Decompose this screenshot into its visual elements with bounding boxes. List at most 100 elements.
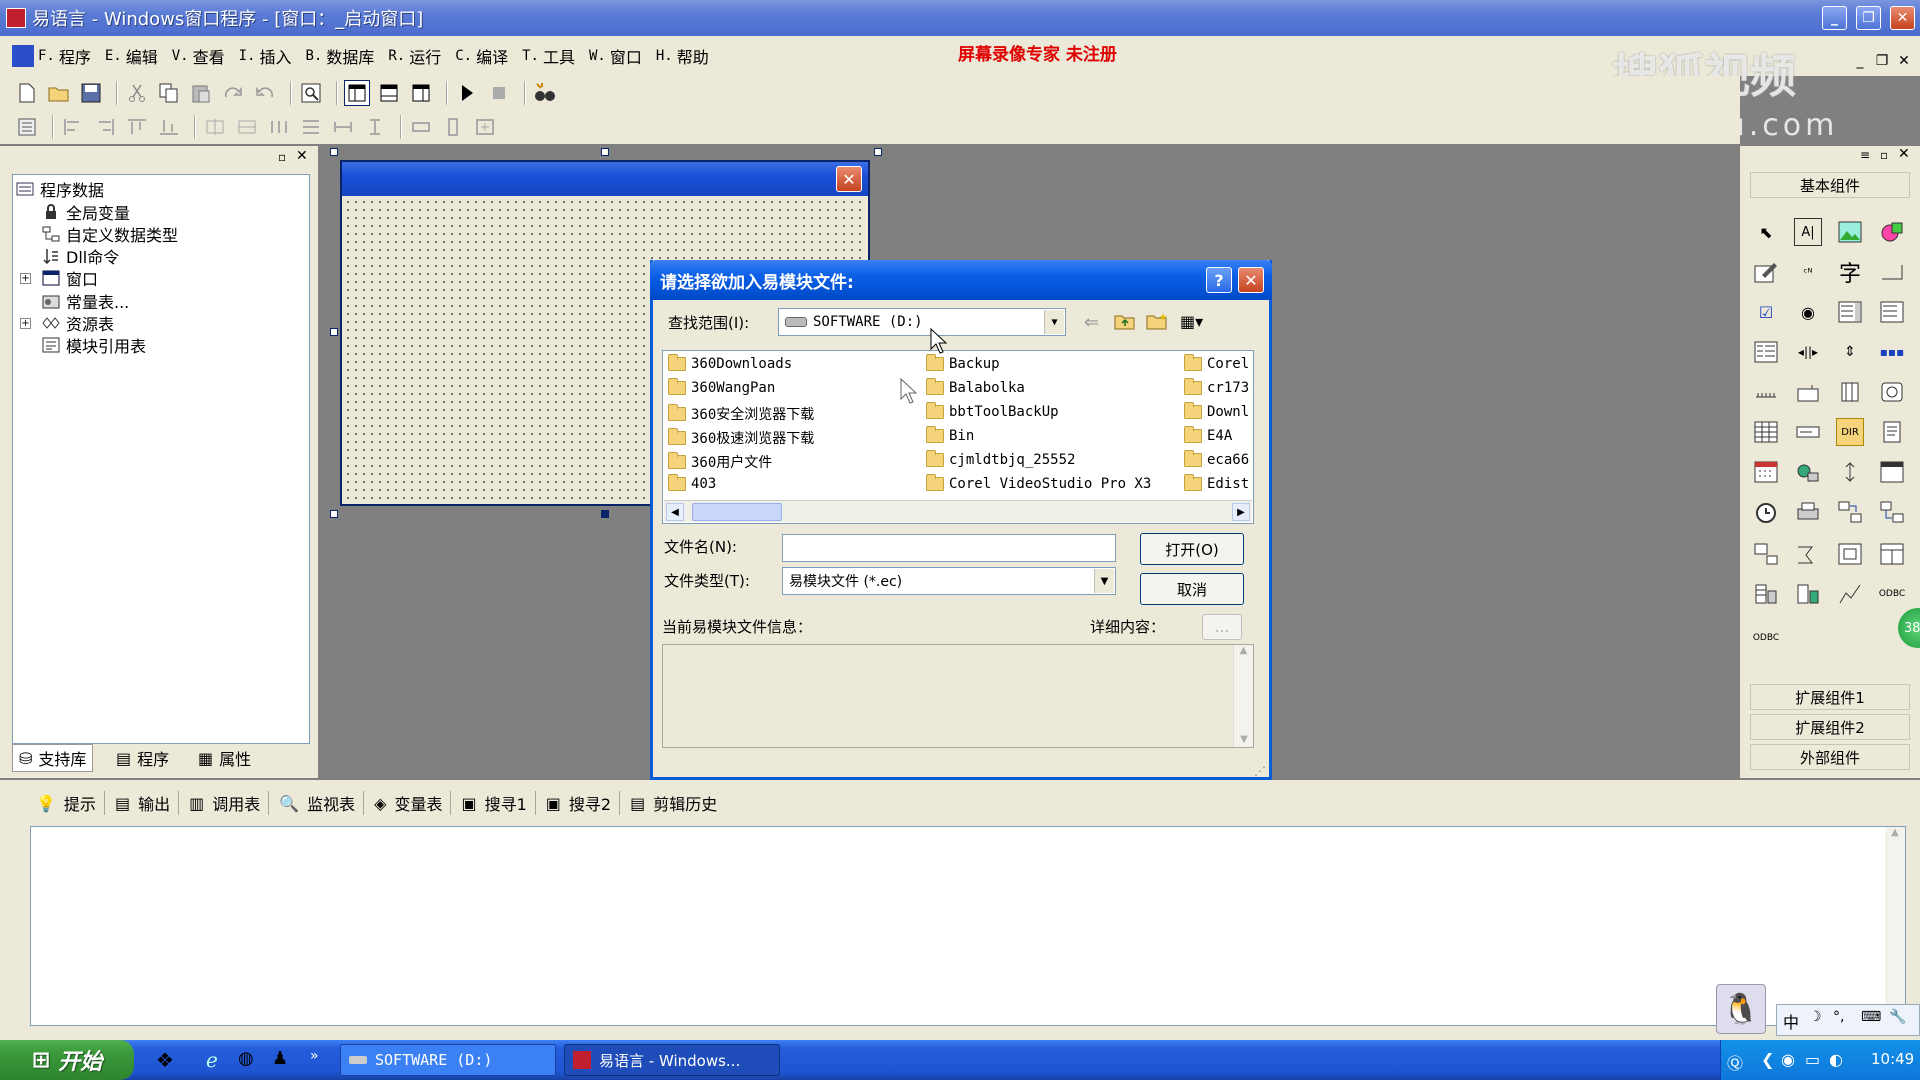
tray-volume-icon[interactable]: ◐ <box>1829 1050 1843 1069</box>
tree-expand-window[interactable]: + <box>20 273 31 284</box>
drawing-board-icon[interactable] <box>1752 258 1780 286</box>
tree-root[interactable]: 程序数据 <box>16 177 104 201</box>
resize-handle-sw[interactable] <box>330 510 338 518</box>
qq-icon[interactable]: ♟ <box>272 1048 288 1069</box>
tray-app-icon[interactable]: ◉ <box>1781 1050 1795 1069</box>
list-item[interactable]: Edist <box>1184 474 1249 492</box>
database-table-icon[interactable] <box>1752 580 1780 608</box>
chevron-down-icon[interactable]: ▼ <box>1094 569 1114 593</box>
list-item[interactable]: 403 <box>668 474 716 492</box>
progress-bar-icon[interactable]: ▪▪▪ <box>1878 338 1906 366</box>
menu-view[interactable]: V. 查看 <box>172 44 225 68</box>
layout-right-icon[interactable] <box>408 80 434 106</box>
tree-item-custom-types[interactable]: 自定义数据类型 <box>42 222 178 246</box>
data-transfer-icon[interactable] <box>1836 498 1864 526</box>
menu-edit[interactable]: E. 编辑 <box>105 44 158 68</box>
panel-close-button[interactable]: ✕ <box>1898 146 1910 162</box>
align-bottom-icon[interactable] <box>156 114 182 140</box>
spin-icon[interactable] <box>1836 458 1864 486</box>
menu-help[interactable]: H. 帮助 <box>656 44 709 68</box>
list-item[interactable]: 360用户文件 <box>668 452 772 472</box>
pointer-icon[interactable]: ⬉ <box>1752 218 1780 246</box>
run-icon[interactable] <box>454 80 480 106</box>
same-height-icon[interactable] <box>362 114 388 140</box>
horizontal-scrollbar[interactable]: ◀ ▶ <box>664 500 1252 522</box>
back-arrow-icon[interactable]: ⇐ <box>1084 312 1099 333</box>
server-icon[interactable] <box>1752 540 1780 568</box>
qq-penguin-icon[interactable]: 🐧 <box>1716 984 1766 1034</box>
tree-item-dll-commands[interactable]: Dll命令 <box>42 244 119 268</box>
tree-item-constants[interactable]: 常量表... <box>42 289 129 313</box>
list-item[interactable]: 360WangPan <box>668 378 775 396</box>
tab-output[interactable]: ▤ 输出 <box>115 791 180 815</box>
list-item[interactable]: eca66 <box>1184 450 1249 468</box>
moon-icon[interactable]: ☽ <box>1809 1009 1822 1025</box>
redo-icon[interactable] <box>220 80 246 106</box>
extended-components-2-header[interactable]: 扩展组件2 <box>1750 714 1910 740</box>
stretch-both-icon[interactable] <box>472 114 498 140</box>
up-folder-icon[interactable] <box>1114 312 1136 330</box>
odbc-link-icon[interactable]: ODBC <box>1752 624 1780 652</box>
close-button[interactable]: ✕ <box>1890 6 1915 30</box>
calendar-icon[interactable] <box>1752 458 1780 486</box>
tab-search2[interactable]: ▣ 搜寻2 <box>546 791 621 815</box>
paste-icon[interactable] <box>188 80 214 106</box>
tree-item-global-vars[interactable]: 全局变量 <box>42 200 130 224</box>
menu-database[interactable]: B. 数据库 <box>306 44 375 68</box>
tab-control-icon[interactable] <box>1794 378 1822 406</box>
center-horizontal-icon[interactable] <box>202 114 228 140</box>
center-vertical-icon[interactable] <box>234 114 260 140</box>
edit-box-icon[interactable] <box>1878 258 1906 286</box>
more-icon[interactable]: » <box>310 1048 319 1064</box>
tree-expand-resources[interactable]: + <box>20 318 31 329</box>
chevron-down-icon[interactable]: ▼ <box>1044 310 1064 334</box>
tab-clip-history[interactable]: ▤ 剪辑历史 <box>630 791 725 815</box>
printer-icon[interactable] <box>1794 498 1822 526</box>
checkbox-icon[interactable]: ☑ <box>1752 298 1780 326</box>
tray-chevron-icon[interactable]: ❮ <box>1761 1050 1774 1069</box>
component-box-icon[interactable] <box>14 114 40 140</box>
scroll-bar-v-icon[interactable]: ⇕ <box>1836 338 1864 366</box>
tab-properties[interactable]: ▦ 属性 <box>192 744 257 772</box>
list-item[interactable]: Corel <box>1184 354 1249 372</box>
rich-text-icon[interactable] <box>1878 418 1906 446</box>
tab-hints[interactable]: 💡 提示 <box>36 791 105 815</box>
scroll-left-icon[interactable]: ◀ <box>666 503 684 521</box>
list-item[interactable]: bbtToolBackUp <box>926 402 1059 420</box>
picture-box-icon[interactable] <box>1836 218 1864 246</box>
list-item[interactable]: Downl <box>1184 402 1249 420</box>
toolbar-component-icon[interactable] <box>1878 378 1906 406</box>
client-server-icon[interactable] <box>1878 498 1906 526</box>
basic-components-header[interactable]: 基本组件 <box>1750 172 1910 198</box>
dde-icon[interactable] <box>1836 540 1864 568</box>
taskbar-item-explorer[interactable]: SOFTWARE (D:) <box>340 1044 556 1076</box>
menu-compile[interactable]: C. 编译 <box>455 44 508 68</box>
new-folder-icon[interactable] <box>1146 312 1168 330</box>
shape-icon[interactable] <box>1878 218 1906 246</box>
scroll-right-icon[interactable]: ▶ <box>1232 503 1250 521</box>
mdi-restore-button[interactable]: ❐ <box>1872 52 1892 70</box>
scroll-bar-h-icon[interactable]: ◂||▸ <box>1794 338 1822 366</box>
keyboard-icon[interactable]: ⌨ <box>1861 1009 1881 1025</box>
groupbox-icon[interactable]: ᶜᴺ <box>1794 258 1822 286</box>
timer-bar-icon[interactable] <box>1836 378 1864 406</box>
stop-icon[interactable] <box>486 80 512 106</box>
resize-handle-n[interactable] <box>601 148 609 156</box>
minimize-button[interactable]: _ <box>1822 6 1847 30</box>
tab-support-library[interactable]: ⛁ 支持库 <box>12 744 94 772</box>
odbc-db-icon[interactable]: ODBC <box>1878 580 1906 608</box>
layout-left-icon[interactable] <box>344 80 370 106</box>
tab-program[interactable]: ▤ 程序 <box>110 744 175 772</box>
resize-handle-s[interactable] <box>601 510 609 518</box>
serial-port-icon[interactable] <box>1794 540 1822 568</box>
tab-call-stack[interactable]: ▥ 调用表 <box>189 791 270 815</box>
debug-binoculars-icon[interactable] <box>532 80 558 106</box>
save-icon[interactable] <box>78 80 104 106</box>
combobox-icon[interactable] <box>1836 298 1864 326</box>
chart-icon[interactable] <box>1836 580 1864 608</box>
tab-search1[interactable]: ▣ 搜寻1 <box>461 791 536 815</box>
resize-handle-w[interactable] <box>330 328 338 336</box>
cancel-button[interactable]: 取消 <box>1140 573 1244 605</box>
panel-close-button[interactable]: ✕ <box>296 148 308 164</box>
text-char-icon[interactable]: 字 <box>1836 258 1864 287</box>
